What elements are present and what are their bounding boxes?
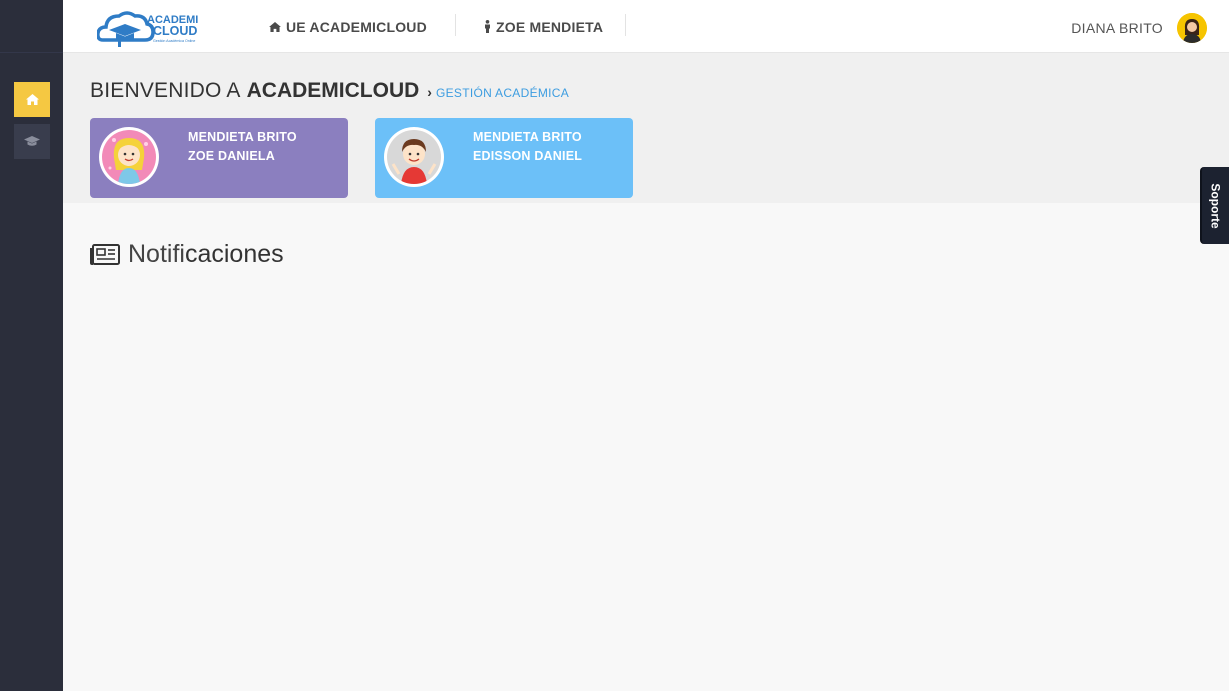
breadcrumb-separator: › — [427, 84, 432, 100]
student-avatar — [384, 127, 444, 187]
newspaper-icon — [90, 244, 120, 265]
academicloud-logo[interactable]: ACADEMI CLOUD Gestión Académica Online — [96, 6, 207, 48]
student-given-name: EDISSON DANIEL — [473, 149, 583, 163]
welcome-prefix: BIENVENIDO A — [90, 79, 241, 102]
notifications-title-part1: Notifi — [128, 240, 185, 268]
student-name: MENDIETA BRITO ZOE DANIELA — [188, 128, 297, 166]
nav-divider — [455, 14, 456, 36]
welcome-brand: ACADEMICLOUD — [246, 79, 420, 102]
student-surname: MENDIETA BRITO — [188, 130, 297, 144]
welcome-header: BIENVENIDO A ACADEMICLOUD › GESTIÓN ACAD… — [63, 53, 1229, 203]
sidebar-header — [0, 0, 63, 53]
sidebar — [0, 0, 63, 691]
student-given-name: ZOE DANIELA — [188, 149, 275, 163]
support-label: Soporte — [1208, 182, 1223, 229]
nav-student-label: ZOE MENDIETA — [496, 18, 604, 35]
notifications-title-part2: caciones — [184, 240, 284, 268]
nav-divider — [625, 14, 626, 36]
student-surname: MENDIETA BRITO — [473, 130, 582, 144]
student-avatar — [99, 127, 159, 187]
user-avatar[interactable] — [1177, 13, 1207, 43]
graduation-cap-icon — [24, 136, 40, 146]
student-card-edisson[interactable]: MENDIETA BRITO EDISSON DANIEL — [375, 118, 633, 198]
page-title: BIENVENIDO A ACADEMICLOUD › GESTIÓN ACAD… — [90, 79, 569, 103]
nav-school[interactable]: UE ACADEMICLOUD — [269, 0, 427, 53]
student-name: MENDIETA BRITO EDISSON DANIEL — [473, 128, 582, 166]
sidebar-academic-button[interactable] — [14, 124, 50, 159]
student-card-zoe[interactable]: MENDIETA BRITO ZOE DANIELA — [90, 118, 348, 198]
nav-student[interactable]: ZOE MENDIETA — [484, 0, 603, 53]
home-icon — [269, 21, 281, 32]
user-name[interactable]: DIANA BRITO — [1071, 0, 1163, 56]
top-navbar: ACADEMI CLOUD Gestión Académica Online U… — [63, 0, 1229, 53]
sidebar-home-button[interactable] — [14, 82, 50, 117]
notifications-heading: Notifi caciones — [90, 240, 284, 269]
svg-text:CLOUD: CLOUD — [153, 24, 197, 38]
svg-text:Gestión Académica Online: Gestión Académica Online — [153, 39, 195, 43]
person-icon — [484, 20, 491, 33]
nav-school-label: UE ACADEMICLOUD — [286, 18, 427, 35]
support-tab[interactable]: Soporte — [1200, 167, 1229, 244]
home-icon — [25, 94, 39, 105]
breadcrumb-link[interactable]: GESTIÓN ACADÉMICA — [436, 86, 569, 100]
